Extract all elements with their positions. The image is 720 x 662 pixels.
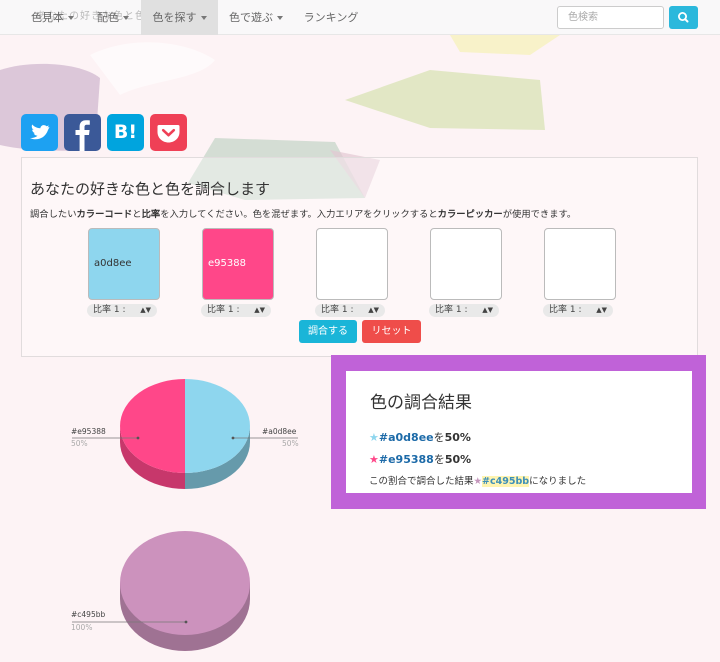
facebook-share-button[interactable] <box>64 114 101 151</box>
color-link[interactable]: #e95388 <box>379 453 434 466</box>
updown-arrows-icon: ▲▼ <box>482 306 493 314</box>
panel-description: 調合したいカラーコードと比率を入力してください。色を混ぜます。入力エリアをクリッ… <box>30 209 577 220</box>
twitter-share-button[interactable] <box>21 114 58 151</box>
updown-arrows-icon: ▲▼ <box>254 306 265 314</box>
nav-item-label: 色を探す <box>152 11 197 24</box>
chevron-down-icon <box>123 16 129 20</box>
nav-item-label: 色で遊ぶ <box>229 11 273 24</box>
chevron-down-icon <box>200 16 207 20</box>
pie-leader-dot <box>184 620 188 624</box>
nav-item-ranking[interactable]: ランキング <box>296 0 366 35</box>
ratio-select-2[interactable]: 比率 1 : ▲▼ <box>201 304 271 317</box>
hatena-bookmark-button[interactable]: B! <box>107 114 144 151</box>
pie-leader-dot <box>231 436 235 440</box>
ratio-select-4[interactable]: 比率 1 : ▲▼ <box>429 304 499 317</box>
color-input-5[interactable] <box>544 228 616 300</box>
nav-item-color-schemes[interactable]: 配色 <box>88 0 138 35</box>
pie-slice-label: #a0d8ee <box>262 427 297 436</box>
search-icon <box>677 12 689 23</box>
star-icon: ★ <box>473 476 483 487</box>
twitter-bird-icon <box>30 124 50 140</box>
pie-slice-percent: 50% <box>71 439 88 448</box>
pie-slice <box>120 531 250 635</box>
facebook-f-icon <box>75 120 90 151</box>
nav-item-find-colors[interactable]: 色を探す <box>141 0 218 35</box>
nav-item-label: 色見本 <box>31 11 64 24</box>
result-line-1: ★#a0d8eeを50% <box>369 431 471 444</box>
search-button[interactable] <box>669 6 698 29</box>
result-highlight-frame: 色の調合結果 ★#a0d8eeを50% ★#e95388を50% この割合で調合… <box>331 355 706 509</box>
top-navbar: あなたの好きな色と色を調合します 色見本 配色 色を探す 色で遊ぶ ランキング <box>0 0 720 35</box>
result-box: 色の調合結果 ★#a0d8eeを50% ★#e95388を50% この割合で調合… <box>346 371 692 493</box>
panel-title: あなたの好きな色と色を調合します <box>30 180 271 198</box>
star-icon: ★ <box>369 431 379 444</box>
result-title: 色の調合結果 <box>370 393 472 413</box>
color-input-4[interactable] <box>430 228 502 300</box>
star-icon: ★ <box>369 453 379 466</box>
result-color-link[interactable]: #c495bb <box>482 476 530 487</box>
color-link[interactable]: #a0d8ee <box>379 431 434 444</box>
ratio-select-5[interactable]: 比率 1 : ▲▼ <box>543 304 613 317</box>
updown-arrows-icon: ▲▼ <box>140 306 151 314</box>
result-summary: この割合で調合した結果★#c495bbになりました <box>369 476 587 487</box>
nav-item-play-with-colors[interactable]: 色で遊ぶ <box>220 0 292 35</box>
pie-leader-dot <box>136 436 140 440</box>
pie-charts <box>72 379 298 651</box>
updown-arrows-icon: ▲▼ <box>596 306 607 314</box>
result-line-2: ★#e95388を50% <box>369 453 472 466</box>
reset-button[interactable]: リセット <box>362 320 421 343</box>
mix-button[interactable]: 調合する <box>299 320 357 343</box>
color-input-2[interactable]: e95388 <box>202 228 274 300</box>
pie-slice-label: #e95388 <box>71 427 106 436</box>
pie-slice-label: #c495bb <box>71 610 106 619</box>
chevron-down-icon <box>277 16 283 20</box>
nav-item-color-samples[interactable]: 色見本 <box>20 0 85 35</box>
color-input-1[interactable]: a0d8ee <box>88 228 160 300</box>
ratio-select-1[interactable]: 比率 1 : ▲▼ <box>87 304 157 317</box>
chevron-down-icon <box>68 16 74 20</box>
nav-item-label: ランキング <box>303 11 359 24</box>
pocket-icon <box>157 125 180 143</box>
updown-arrows-icon: ▲▼ <box>368 306 379 314</box>
pocket-button[interactable] <box>150 114 187 151</box>
color-input-3[interactable] <box>316 228 388 300</box>
search-input[interactable] <box>557 6 664 29</box>
nav-item-label: 配色 <box>97 11 119 24</box>
ratio-select-3[interactable]: 比率 1 : ▲▼ <box>315 304 385 317</box>
hatena-bookmark-icon: B! <box>113 121 138 143</box>
color-mixer-panel: あなたの好きな色と色を調合します 調合したいカラーコードと比率を入力してください… <box>21 157 698 357</box>
pie-slice-percent: 50% <box>282 439 299 448</box>
pie-slice-percent: 100% <box>71 623 93 632</box>
